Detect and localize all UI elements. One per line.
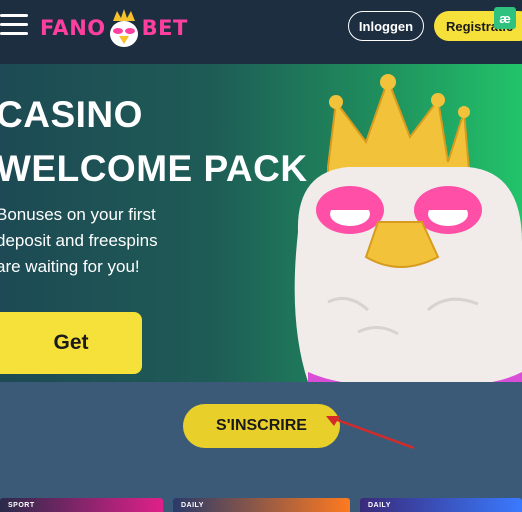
banner-title: CASINO WELCOME PACK [0,88,308,196]
login-button[interactable]: Inloggen [348,11,424,41]
logo-text-right: BET [141,16,188,40]
category-card-label: SPORT [8,502,35,509]
category-card-label: DAILY [181,502,204,509]
banner-title-line-2: WELCOME PACK [0,148,308,189]
menu-icon[interactable] [0,14,28,36]
logo-text-left: FANO [40,16,106,40]
category-card[interactable]: SPORT [0,498,163,512]
site-header: FANO BET Inloggen Registratie æ [0,0,522,64]
bird-mascot-image [294,74,522,382]
category-card[interactable]: DAILY [173,498,350,512]
logo[interactable]: FANO BET [40,6,188,50]
extension-icon[interactable]: æ [494,7,516,29]
get-bonus-button[interactable]: Get [0,312,142,374]
signup-button[interactable]: S'INSCRIRE [183,404,340,448]
category-card[interactable]: DAILY [360,498,522,512]
banner-title-line-1: CASINO [0,94,143,135]
banner-subtitle: Bonuses on your first deposit and freesp… [0,205,158,276]
bird-logo-icon [109,9,138,47]
red-arrow-annotation [326,416,415,450]
game-categories-row: SPORT DAILY DAILY [0,498,522,512]
category-card-label: DAILY [368,502,391,509]
promo-banner: CASINO WELCOME PACK Bonuses on your firs… [0,64,522,382]
